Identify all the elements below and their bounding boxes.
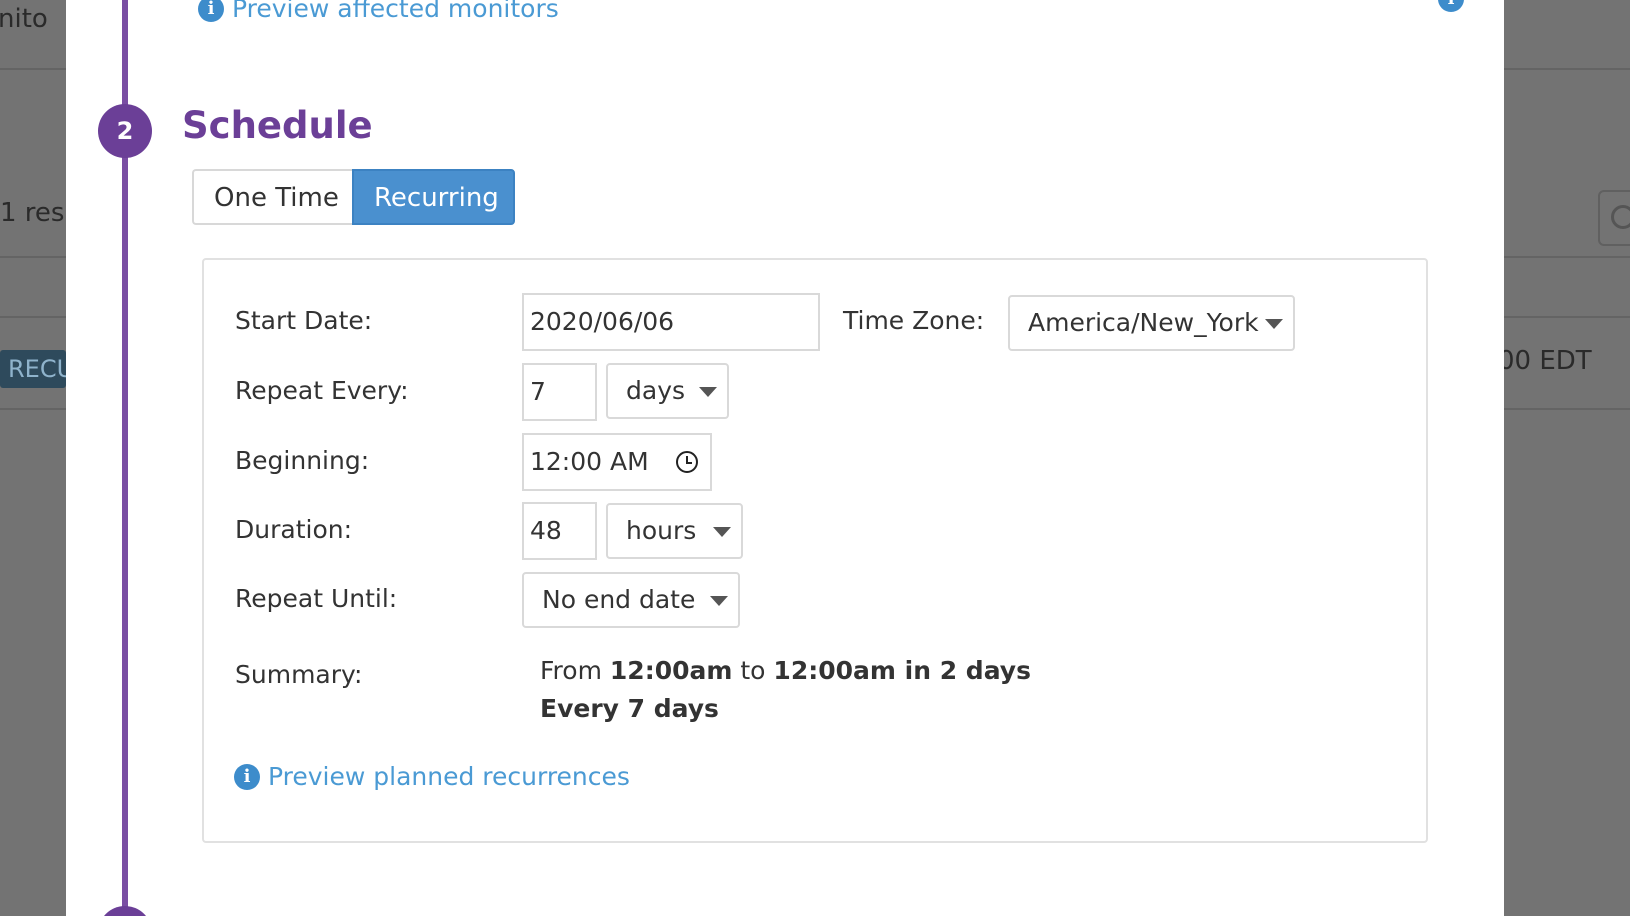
beginning-time-value: 12:00 AM <box>530 447 649 476</box>
summary-label: Summary: <box>235 660 363 689</box>
start-date-label: Start Date: <box>235 306 373 335</box>
summary-frequency: Every 7 days <box>540 694 719 723</box>
chevron-down-icon <box>1265 319 1283 329</box>
section-title: Schedule <box>182 104 373 147</box>
preview-planned-recurrences-link[interactable]: i Preview planned recurrences <box>234 762 630 791</box>
repeat-every-unit-value: days <box>626 376 686 405</box>
chevron-down-icon <box>713 527 731 537</box>
preview-affected-monitors-label: Preview affected monitors <box>232 0 559 23</box>
info-icon: i <box>198 0 224 22</box>
duration-unit-value: hours <box>626 516 697 545</box>
background-time-value: 00 EDT <box>1498 346 1592 376</box>
summary-start-time: 12:00am <box>609 656 733 685</box>
info-icon: i <box>234 763 260 790</box>
summary-time-range: From 12:00am to 12:00am in 2 days <box>540 652 1031 690</box>
preview-planned-recurrences-label: Preview planned recurrences <box>268 762 630 791</box>
start-date-input[interactable]: 2020/06/06 <box>522 293 820 351</box>
repeat-until-label: Repeat Until: <box>235 584 398 613</box>
schedule-downtime-modal: i Preview affected monitors i 2 Schedule… <box>66 0 1504 916</box>
repeat-every-unit-select[interactable]: days <box>606 363 729 419</box>
chevron-down-icon <box>710 596 728 606</box>
beginning-label: Beginning: <box>235 446 370 475</box>
search-icon <box>1611 205 1630 229</box>
schedule-summary: From 12:00am to 12:00am in 2 days Every … <box>540 652 1031 728</box>
background-monitors-label: nito <box>0 4 48 34</box>
repeat-until-value: No end date <box>542 585 696 614</box>
beginning-time-input[interactable]: 12:00 AM <box>522 433 712 491</box>
duration-input[interactable]: 48 <box>522 502 597 560</box>
time-zone-value: America/New_York <box>1028 308 1259 337</box>
duration-unit-select[interactable]: hours <box>606 503 743 559</box>
recurring-schedule-panel: Start Date: 2020/06/06 Time Zone: Americ… <box>202 258 1428 843</box>
repeat-every-label: Repeat Every: <box>235 376 409 405</box>
info-icon[interactable]: i <box>1438 0 1464 12</box>
repeat-every-input[interactable]: 7 <box>522 363 597 421</box>
background-recurring-badge: RECU <box>0 350 66 388</box>
one-time-button[interactable]: One Time <box>192 169 352 225</box>
duration-label: Duration: <box>235 515 353 544</box>
summary-from-text: From <box>540 656 602 685</box>
step-number-badge: 2 <box>98 104 152 158</box>
summary-to-text: to <box>740 656 766 685</box>
next-step-badge <box>98 906 152 916</box>
schedule-type-toggle: One Time Recurring <box>192 169 515 225</box>
recurring-button[interactable]: Recurring <box>352 169 515 225</box>
preview-affected-monitors-link[interactable]: i Preview affected monitors <box>198 0 559 23</box>
repeat-until-select[interactable]: No end date <box>522 572 740 628</box>
time-zone-label: Time Zone: <box>843 306 985 335</box>
clock-icon[interactable] <box>676 451 698 473</box>
time-zone-select[interactable]: America/New_York <box>1008 295 1295 351</box>
chevron-down-icon <box>699 387 717 397</box>
summary-end-time: 12:00am in 2 days <box>773 656 1031 685</box>
